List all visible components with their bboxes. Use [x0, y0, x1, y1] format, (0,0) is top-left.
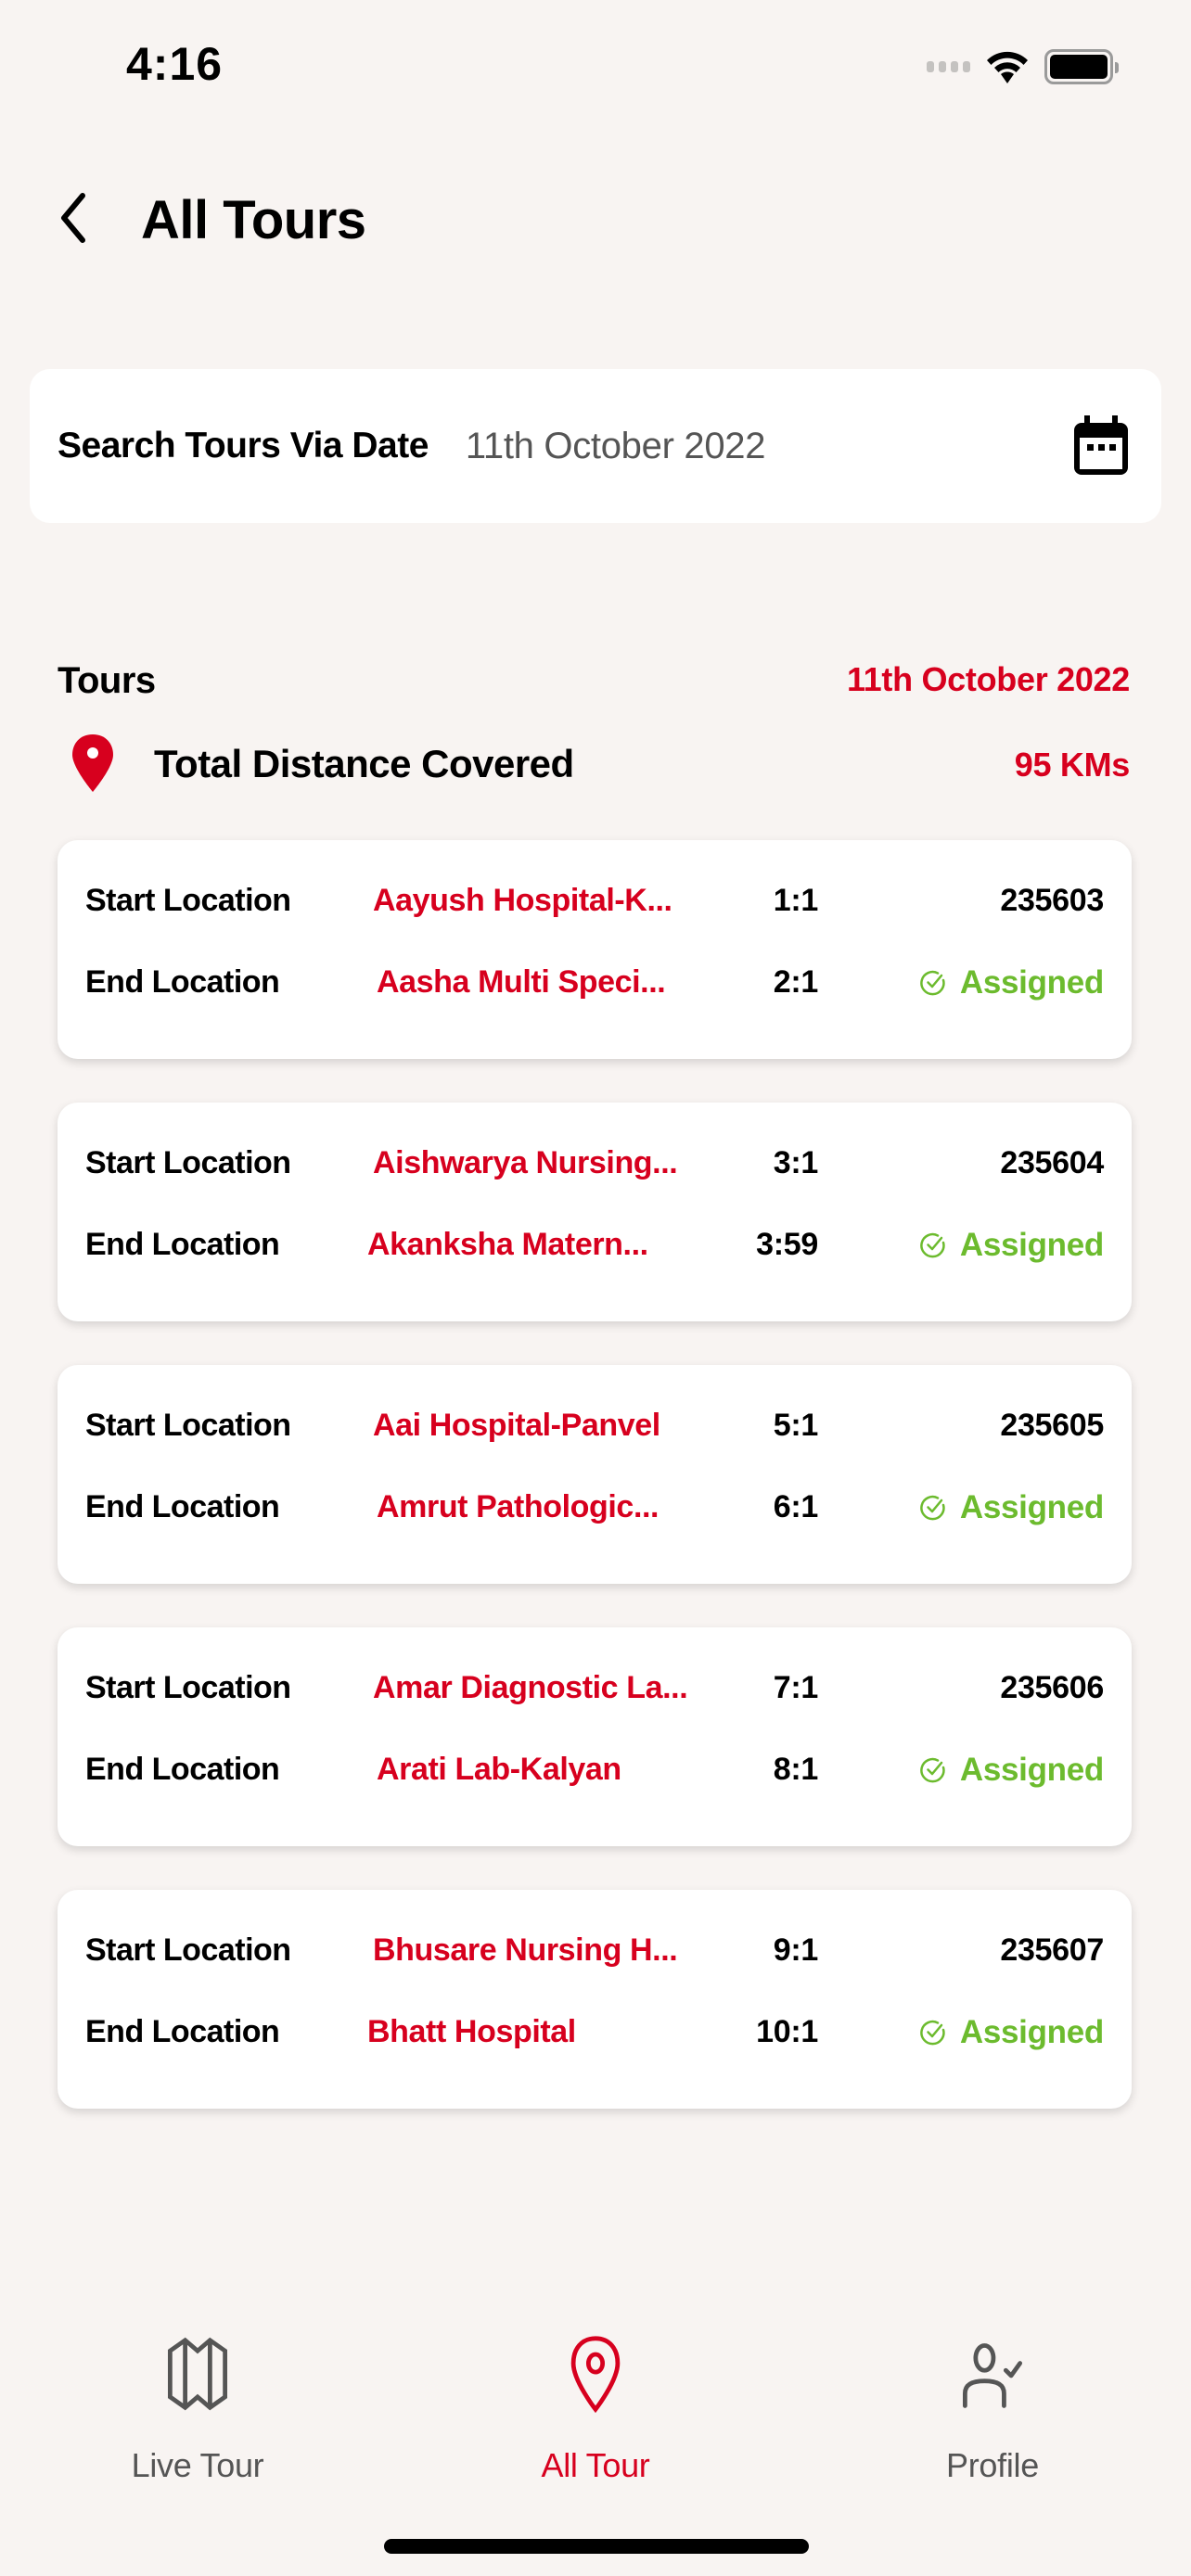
end-location-name: Akanksha Matern...: [367, 1227, 648, 1262]
start-location-name: Aai Hospital-Panvel: [373, 1408, 660, 1443]
tours-heading: Tours: [58, 660, 156, 701]
status-badge: Assigned: [919, 1227, 1104, 1264]
start-row: Start Location Amar Diagnostic La... 7:1…: [85, 1670, 1104, 1716]
calendar-icon: [1074, 415, 1128, 475]
start-location-name: Aayush Hospital-K...: [373, 883, 672, 918]
tour-card[interactable]: Start Location Aishwarya Nursing... 3:1 …: [58, 1103, 1132, 1321]
home-indicator[interactable]: [384, 2539, 809, 2554]
end-row: End Location Bhatt Hospital 10:1 Assigne…: [85, 2014, 1104, 2060]
check-circle-icon: [920, 1495, 945, 1521]
end-location-label: End Location: [85, 2014, 280, 2049]
tour-id: 235606: [1000, 1670, 1104, 1705]
end-location-name: Aasha Multi Speci...: [377, 964, 666, 1000]
end-location-label: End Location: [85, 1752, 280, 1787]
start-location-name: Aishwarya Nursing...: [373, 1145, 678, 1180]
start-location-label: Start Location: [85, 1670, 291, 1705]
nav-label: All Tour: [541, 2446, 650, 2484]
end-row: End Location Aasha Multi Speci... 2:1 As…: [85, 964, 1104, 1011]
end-time: 8:1: [773, 1752, 819, 1787]
map-icon: [167, 2337, 228, 2411]
calendar-button[interactable]: [1070, 414, 1132, 478]
battery-icon: [1044, 49, 1119, 84]
tour-id: 235603: [1000, 883, 1104, 918]
nav-item-all-tour[interactable]: All Tour: [456, 2309, 735, 2485]
start-location-label: Start Location: [85, 1408, 291, 1443]
status-badge: Assigned: [919, 1752, 1104, 1789]
wifi-icon: [987, 51, 1028, 83]
check-circle-icon: [920, 1757, 945, 1783]
end-row: End Location Akanksha Matern... 3:59 Ass…: [85, 1227, 1104, 1273]
user-check-icon: [962, 2343, 1023, 2408]
status-text: Assigned: [959, 964, 1104, 1001]
nav-label: Live Tour: [131, 2446, 264, 2484]
status-bar: 4:16: [0, 0, 1191, 130]
tour-card[interactable]: Start Location Amar Diagnostic La... 7:1…: [58, 1627, 1132, 1846]
start-time: 9:1: [773, 1932, 819, 1968]
end-time: 10:1: [756, 2014, 818, 2049]
tour-card[interactable]: Start Location Aai Hospital-Panvel 5:1 2…: [58, 1365, 1132, 1584]
status-text: Assigned: [959, 1752, 1104, 1788]
end-location-label: End Location: [85, 964, 280, 1000]
bottom-nav: Live Tour All Tour Profile: [0, 2309, 1191, 2494]
start-location-name: Amar Diagnostic La...: [373, 1670, 688, 1705]
end-location-name: Arati Lab-Kalyan: [377, 1752, 621, 1787]
signal-icon: [927, 61, 970, 72]
search-label: Search Tours Via Date: [58, 426, 429, 465]
status-text: Assigned: [959, 1489, 1104, 1525]
check-circle-icon: [920, 1232, 945, 1258]
tour-card[interactable]: Start Location Bhusare Nursing H... 9:1 …: [58, 1890, 1132, 2109]
start-row: Start Location Aai Hospital-Panvel 5:1 2…: [85, 1408, 1104, 1454]
status-time: 4:16: [126, 38, 224, 90]
start-location-name: Bhusare Nursing H...: [373, 1932, 678, 1968]
tour-list: Start Location Aayush Hospital-K... 1:1 …: [58, 840, 1132, 2152]
status-badge: Assigned: [919, 2014, 1104, 2051]
back-button[interactable]: [50, 189, 96, 247]
chevron-left-icon: [61, 193, 85, 243]
nav-item-profile[interactable]: Profile: [853, 2309, 1132, 2485]
end-row: End Location Arati Lab-Kalyan 8:1 Assign…: [85, 1752, 1104, 1798]
nav-item-live-tour[interactable]: Live Tour: [58, 2309, 337, 2485]
tour-id: 235605: [1000, 1408, 1104, 1443]
map-pin-icon: [72, 734, 113, 792]
check-circle-icon: [920, 970, 945, 996]
end-time: 3:59: [756, 1227, 818, 1262]
end-time: 2:1: [773, 964, 819, 1000]
start-time: 7:1: [773, 1670, 819, 1705]
status-badge: Assigned: [919, 1489, 1104, 1526]
status-badge: Assigned: [919, 964, 1104, 1001]
tour-id: 235604: [1000, 1145, 1104, 1180]
tour-card[interactable]: Start Location Aayush Hospital-K... 1:1 …: [58, 840, 1132, 1059]
start-location-label: Start Location: [85, 883, 291, 918]
status-text: Assigned: [959, 2014, 1104, 2050]
start-row: Start Location Aishwarya Nursing... 3:1 …: [85, 1145, 1104, 1192]
nav-label: Profile: [946, 2446, 1039, 2484]
end-location-label: End Location: [85, 1489, 280, 1524]
search-date-value[interactable]: 11th October 2022: [466, 426, 766, 467]
total-distance-row: Total Distance Covered 95 KMs: [58, 733, 1130, 797]
start-row: Start Location Bhusare Nursing H... 9:1 …: [85, 1932, 1104, 1979]
status-text: Assigned: [959, 1227, 1104, 1263]
start-time: 5:1: [773, 1408, 819, 1443]
start-location-label: Start Location: [85, 1145, 291, 1180]
end-time: 6:1: [773, 1489, 819, 1524]
end-location-label: End Location: [85, 1227, 280, 1262]
location-pin-icon: [570, 2336, 621, 2414]
start-time: 1:1: [773, 883, 819, 918]
start-location-label: Start Location: [85, 1932, 291, 1968]
end-location-name: Amrut Pathologic...: [377, 1489, 660, 1524]
check-circle-icon: [920, 2020, 945, 2046]
search-date-card[interactable]: Search Tours Via Date 11th October 2022: [30, 369, 1161, 523]
distance-value: 95 KMs: [1014, 746, 1131, 784]
header: All Tours: [0, 176, 1191, 260]
end-row: End Location Amrut Pathologic... 6:1 Ass…: [85, 1489, 1104, 1536]
page-title: All Tours: [141, 190, 366, 250]
start-time: 3:1: [773, 1145, 819, 1180]
start-row: Start Location Aayush Hospital-K... 1:1 …: [85, 883, 1104, 929]
tours-date: 11th October 2022: [846, 660, 1130, 698]
status-icons: [927, 48, 1119, 85]
tour-id: 235607: [1000, 1932, 1104, 1968]
end-location-name: Bhatt Hospital: [367, 2014, 576, 2049]
distance-label: Total Distance Covered: [154, 742, 574, 785]
